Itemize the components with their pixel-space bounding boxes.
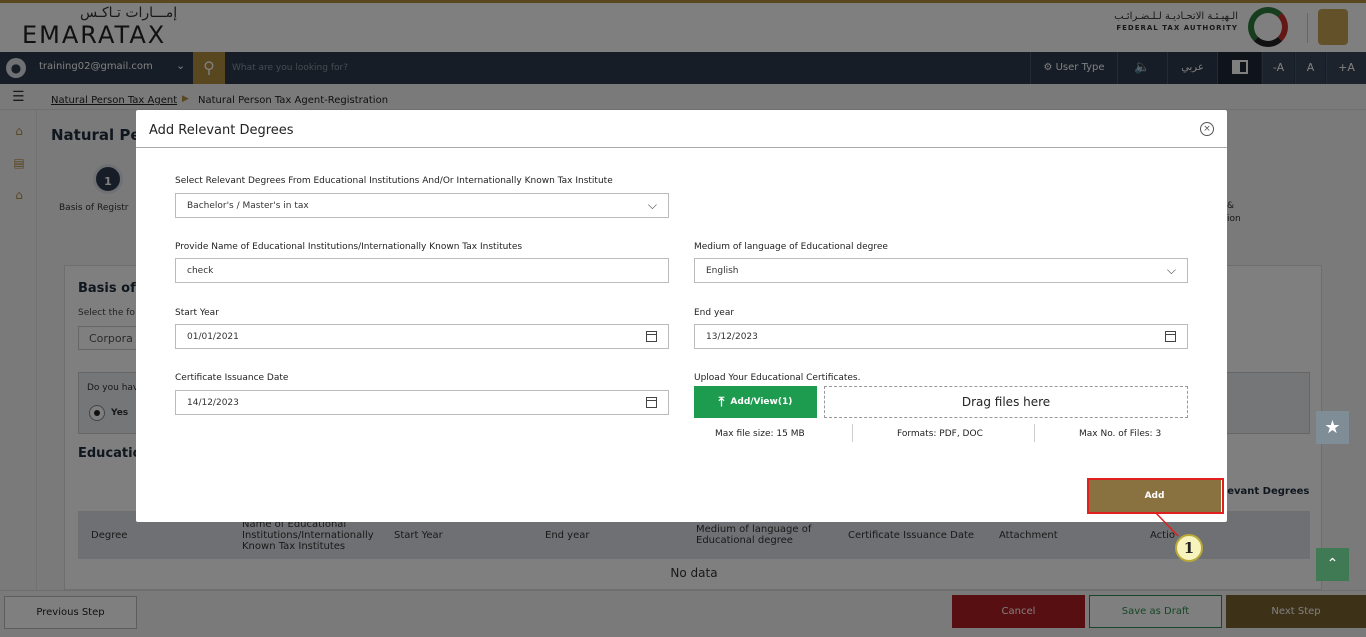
end-year-label: End year <box>694 308 735 318</box>
issuance-date-value: 14/12/2023 <box>187 397 239 408</box>
language-select[interactable]: English ⌵ <box>694 258 1188 283</box>
degree-label: Select Relevant Degrees From Educational… <box>175 176 613 186</box>
end-year-value: 13/12/2023 <box>706 331 758 342</box>
add-view-upload-button[interactable]: ⤒ Add/View(1) <box>694 386 817 418</box>
language-select-value: English <box>706 265 739 276</box>
institution-input[interactable]: check <box>175 258 669 283</box>
max-file-count: Max No. of Files: 3 <box>1079 429 1162 439</box>
chevron-down-icon: ⌵ <box>1166 263 1176 277</box>
modal-title: Add Relevant Degrees <box>149 123 294 138</box>
calendar-icon[interactable] <box>646 397 657 408</box>
add-button-highlight <box>1087 478 1224 514</box>
calendar-icon[interactable] <box>1165 331 1176 342</box>
upload-icon: ⤒ <box>718 394 725 410</box>
scroll-top-icon[interactable]: ⌃ <box>1316 548 1349 581</box>
chevron-down-icon: ⌵ <box>647 198 657 212</box>
star-icon[interactable]: ★ <box>1316 411 1349 444</box>
upload-label: Upload Your Educational Certificates. <box>694 373 861 383</box>
file-formats: Formats: PDF, DOC <box>897 429 983 439</box>
modal-divider <box>136 147 1227 148</box>
start-year-input[interactable]: 01/01/2021 <box>175 324 669 349</box>
degree-select-value: Bachelor's / Master's in tax <box>187 200 309 211</box>
calendar-icon[interactable] <box>646 331 657 342</box>
issuance-date-label: Certificate Issuance Date <box>175 373 289 383</box>
institution-input-value: check <box>187 265 214 276</box>
institution-label: Provide Name of Educational Institutions… <box>175 242 523 252</box>
callout-number: 1 <box>1175 534 1203 562</box>
degree-select[interactable]: Bachelor's / Master's in tax ⌵ <box>175 193 669 218</box>
file-drop-zone[interactable]: Drag files here <box>824 386 1188 418</box>
upload-button-label: Add/View(1) <box>730 397 793 407</box>
start-year-value: 01/01/2021 <box>187 331 239 342</box>
issuance-date-input[interactable]: 14/12/2023 <box>175 390 669 415</box>
max-file-size: Max file size: 15 MB <box>715 429 805 439</box>
info-divider <box>852 424 853 442</box>
start-year-label: Start Year <box>175 308 219 318</box>
end-year-input[interactable]: 13/12/2023 <box>694 324 1188 349</box>
close-icon[interactable]: × <box>1200 122 1214 136</box>
add-relevant-degrees-modal: Add Relevant Degrees × Select Relevant D… <box>136 110 1227 522</box>
language-label: Medium of language of Educational degree <box>694 242 888 252</box>
info-divider <box>1034 424 1035 442</box>
